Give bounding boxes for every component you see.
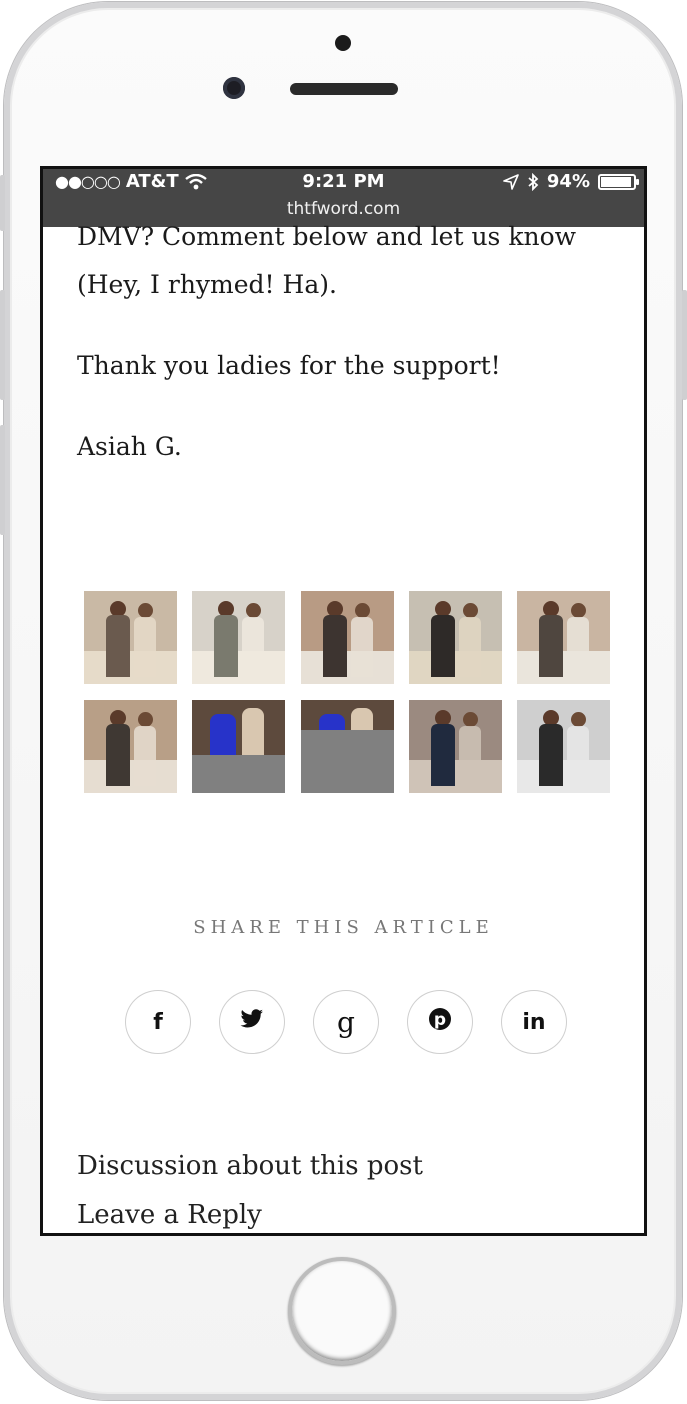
leave-reply-heading[interactable]: Leave a Reply [77, 1200, 262, 1230]
article-line-2: (Hey, I rhymed! Ha). [77, 270, 337, 299]
facebook-share-button[interactable]: f [125, 990, 191, 1054]
photo-two-women-storefront[interactable] [301, 591, 394, 684]
photo-woman-walking[interactable] [517, 700, 610, 793]
status-right: 94% [503, 171, 639, 192]
photo-two-women-shop[interactable] [84, 700, 177, 793]
article-signature: Asiah G. [77, 432, 182, 461]
linkedin-icon: in [522, 1009, 546, 1035]
power-button [682, 290, 687, 400]
photo-blue-dress-partial[interactable] [192, 700, 285, 793]
linkedin-share-button[interactable]: in [501, 990, 567, 1054]
photo-two-women-street[interactable] [84, 591, 177, 684]
photo-woman-navy-jumpsuit[interactable] [409, 700, 502, 793]
pinterest-icon: p [428, 1007, 452, 1037]
photo-two-women-sidewalk[interactable] [192, 591, 285, 684]
home-button[interactable] [288, 1257, 396, 1365]
photo-blue-dress-loading[interactable] [301, 700, 394, 793]
earpiece-speaker [290, 83, 398, 95]
mute-switch [0, 175, 5, 231]
proximity-sensor [335, 35, 351, 51]
location-arrow-icon [503, 173, 519, 190]
front-camera [223, 77, 245, 99]
svg-text:p: p [434, 1010, 446, 1030]
share-title: SHARE THIS ARTICLE [193, 917, 494, 938]
google-plus-icon: g [337, 1005, 355, 1039]
share-buttons: f g p in [125, 990, 575, 1056]
discussion-title: Discussion about this post [77, 1151, 423, 1181]
google-plus-share-button[interactable]: g [313, 990, 379, 1054]
article-line-1: DMV? Comment below and let us know [77, 222, 577, 251]
screen: ●●○○○ AT&T 9:21 PM 94% thtfword.com DMV?… [40, 166, 647, 1236]
volume-up-button [0, 290, 5, 400]
battery-icon [598, 173, 639, 190]
facebook-icon: f [153, 1009, 163, 1035]
bluetooth-icon [528, 172, 539, 191]
photo-woman-skirt[interactable] [409, 591, 502, 684]
article-thanks: Thank you ladies for the support! [77, 351, 501, 380]
twitter-share-button[interactable] [219, 990, 285, 1054]
pinterest-share-button[interactable]: p [407, 990, 473, 1054]
battery-percent: 94% [546, 171, 590, 192]
volume-down-button [0, 425, 5, 535]
battery-fill [601, 176, 631, 187]
photo-two-women-boutique[interactable] [517, 591, 610, 684]
twitter-icon [240, 1009, 264, 1035]
